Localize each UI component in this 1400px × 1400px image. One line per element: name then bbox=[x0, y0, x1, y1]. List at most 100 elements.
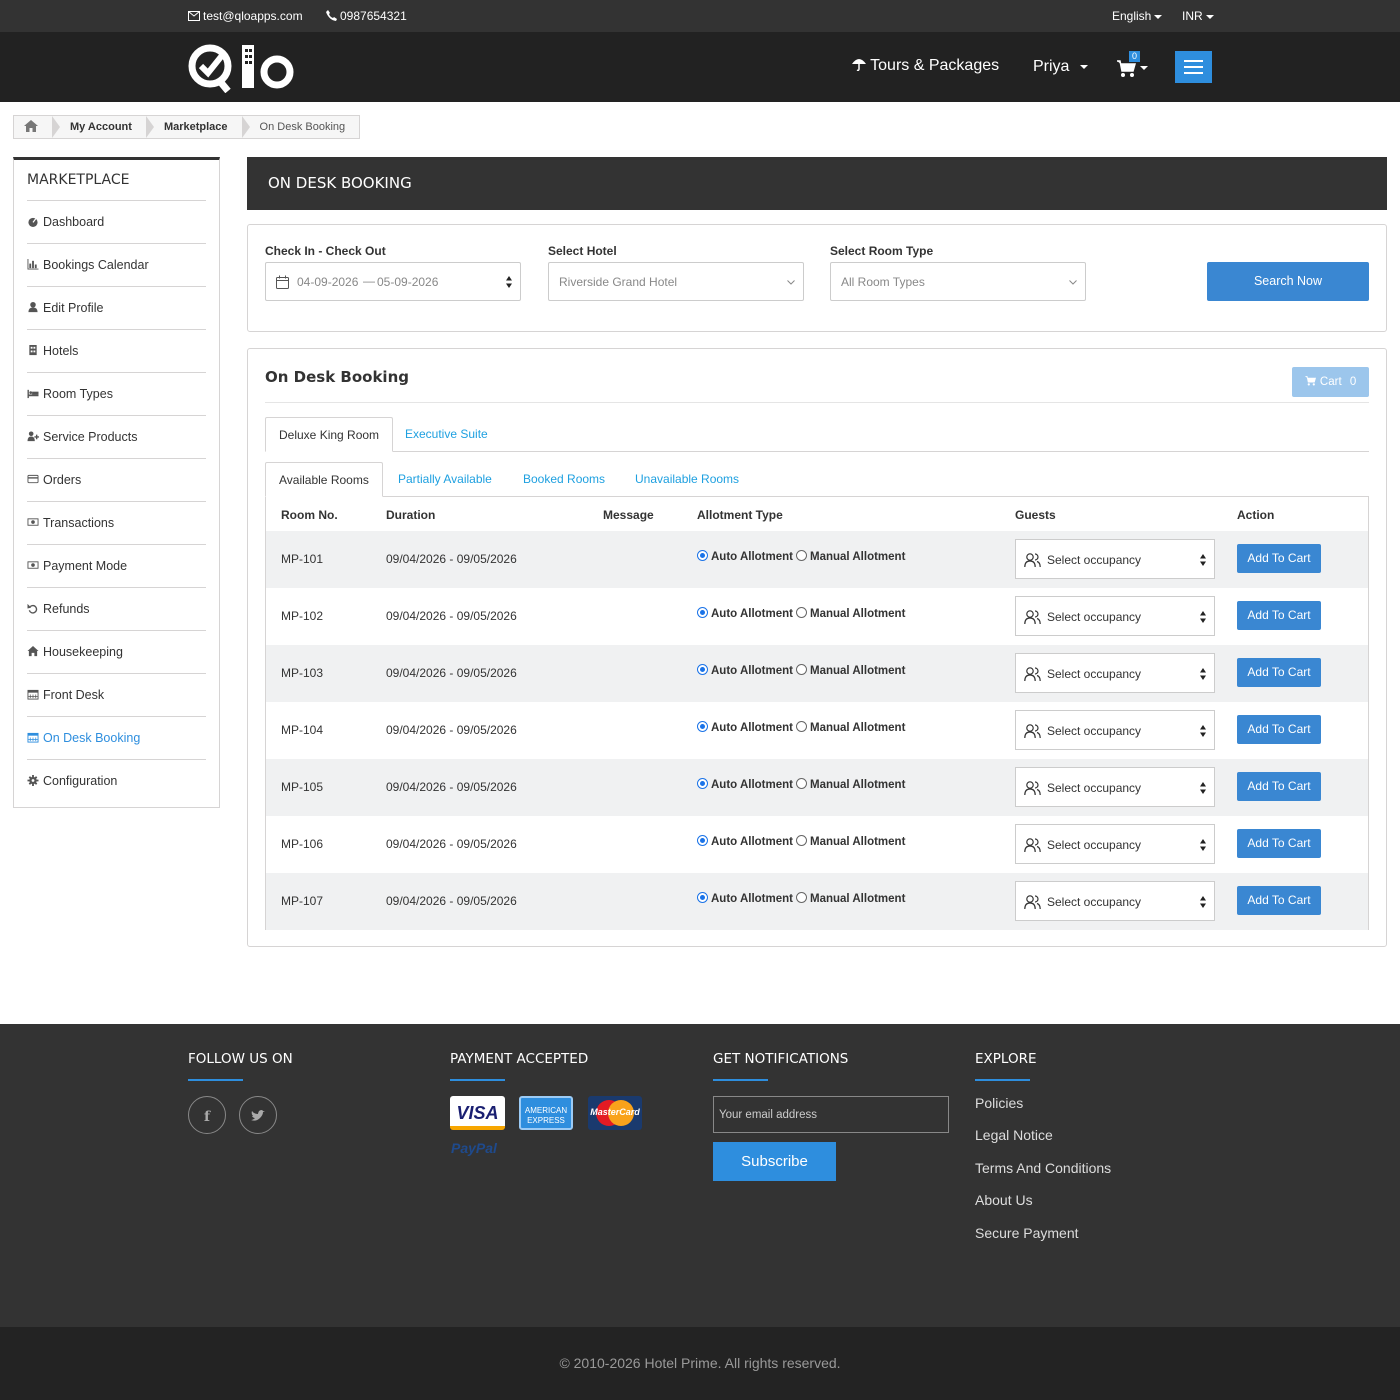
sidebar-item-front-desk[interactable]: Front Desk bbox=[27, 674, 206, 717]
sidebar-item-configuration[interactable]: Configuration bbox=[27, 760, 206, 803]
add-to-cart-button[interactable]: Add To Cart bbox=[1237, 829, 1321, 858]
sidebar-item-on-desk-booking[interactable]: On Desk Booking bbox=[27, 717, 206, 760]
sidebar-item-transactions[interactable]: Transactions bbox=[27, 502, 206, 545]
cart-button-label: Cart bbox=[1319, 376, 1342, 388]
manual-allotment-option[interactable]: Manual Allotment bbox=[793, 778, 905, 791]
room-type-select[interactable]: All Room Types bbox=[830, 262, 1086, 301]
radio-unselected[interactable] bbox=[795, 835, 807, 846]
add-to-cart-button[interactable]: Add To Cart bbox=[1237, 544, 1321, 573]
facebook-link[interactable]: f bbox=[188, 1096, 226, 1134]
radio-selected[interactable] bbox=[697, 892, 708, 903]
footer-link-policies[interactable]: Policies bbox=[975, 1095, 1023, 1111]
sidebar-item-dashboard[interactable]: Dashboard bbox=[27, 201, 206, 244]
breadcrumb-home[interactable] bbox=[14, 116, 60, 138]
add-to-cart-button[interactable]: Add To Cart bbox=[1237, 772, 1321, 801]
auto-allotment-option[interactable]: Auto Allotment bbox=[697, 892, 793, 905]
manual-allotment-label: Manual Allotment bbox=[809, 893, 906, 905]
contact-email[interactable]: test@qloapps.com bbox=[188, 9, 303, 23]
auto-allotment-option[interactable]: Auto Allotment bbox=[697, 664, 793, 677]
subscribe-button[interactable]: Subscribe bbox=[713, 1142, 836, 1181]
tab-available-rooms[interactable]: Available Rooms bbox=[265, 462, 383, 497]
sidebar-item-label: Room Types bbox=[43, 387, 113, 401]
occupancy-select[interactable]: Select occupancy bbox=[1015, 824, 1215, 864]
occupancy-select[interactable]: Select occupancy bbox=[1015, 653, 1215, 693]
occupancy-select[interactable]: Select occupancy bbox=[1015, 767, 1215, 807]
date-range-picker[interactable]: 04-09-2026 — 05-09-2026 bbox=[265, 262, 521, 301]
table-row: MP-106 09/04/2026 - 09/05/2026 Auto Allotm… bbox=[266, 816, 1368, 873]
sidebar-item-payment-mode[interactable]: Payment Mode bbox=[27, 545, 206, 588]
newsletter-email-input[interactable]: Your email address bbox=[713, 1096, 949, 1133]
sidebar-item-orders[interactable]: Orders bbox=[27, 459, 206, 502]
breadcrumb-my-account[interactable]: My Account bbox=[52, 116, 154, 138]
radio-unselected[interactable] bbox=[795, 721, 807, 732]
cart-button[interactable]: Cart 0 bbox=[1292, 367, 1369, 397]
marketplace-sidebar: MARKETPLACE Dashboard Bookings Calendar Ed… bbox=[13, 157, 220, 808]
tab-unavailable-rooms[interactable]: Unavailable Rooms bbox=[622, 462, 752, 497]
occupancy-select[interactable]: Select occupancy bbox=[1015, 596, 1215, 636]
occupancy-select[interactable]: Select occupancy bbox=[1015, 710, 1215, 750]
nav-tours-packages[interactable]: Tours & Packages bbox=[852, 57, 999, 75]
occupancy-select[interactable]: Select occupancy bbox=[1015, 539, 1215, 579]
add-to-cart-button[interactable]: Add To Cart bbox=[1237, 886, 1321, 915]
sidebar-item-room-types[interactable]: Room Types bbox=[27, 373, 206, 416]
auto-allotment-option[interactable]: Auto Allotment bbox=[697, 550, 793, 563]
auto-allotment-option[interactable]: Auto Allotment bbox=[697, 778, 793, 791]
sidebar-item-refunds[interactable]: Refunds bbox=[27, 588, 206, 631]
sidebar-item-bookings-calendar[interactable]: Bookings Calendar bbox=[27, 244, 206, 287]
auto-allotment-option[interactable]: Auto Allotment bbox=[697, 721, 793, 734]
tab-deluxe-king-room[interactable]: Deluxe King Room bbox=[265, 417, 394, 452]
paypal-logo: PayPal bbox=[451, 1140, 497, 1156]
hamburger-menu-button[interactable] bbox=[1175, 51, 1212, 83]
currency-dropdown[interactable]: INR bbox=[1182, 9, 1214, 23]
language-dropdown[interactable]: English bbox=[1112, 9, 1163, 23]
radio-selected[interactable] bbox=[697, 607, 708, 618]
radio-unselected[interactable] bbox=[795, 550, 807, 561]
header-cart[interactable]: 0 bbox=[1117, 51, 1151, 80]
manual-allotment-option[interactable]: Manual Allotment bbox=[793, 607, 905, 620]
add-to-cart-button[interactable]: Add To Cart bbox=[1237, 601, 1321, 630]
footer-link-terms[interactable]: Terms And Conditions bbox=[975, 1160, 1111, 1176]
footer-link-secure-payment[interactable]: Secure Payment bbox=[975, 1225, 1079, 1241]
user-menu[interactable]: Priya bbox=[1033, 58, 1088, 76]
building-icon bbox=[29, 345, 37, 356]
contact-phone[interactable]: 0987654321 bbox=[326, 9, 407, 23]
check-out-date: 05-09-2026 bbox=[377, 275, 439, 289]
manual-allotment-option[interactable]: Manual Allotment bbox=[793, 721, 905, 734]
add-to-cart-button[interactable]: Add To Cart bbox=[1237, 715, 1321, 744]
footer-link-legal-notice[interactable]: Legal Notice bbox=[975, 1127, 1053, 1143]
manual-allotment-option[interactable]: Manual Allotment bbox=[793, 664, 905, 677]
occupancy-placeholder: Select occupancy bbox=[1047, 895, 1142, 909]
footer-link-about-us[interactable]: About Us bbox=[975, 1192, 1033, 1208]
sidebar-item-edit-profile[interactable]: Edit Profile bbox=[27, 287, 206, 330]
users-icon bbox=[1024, 724, 1041, 739]
sidebar-item-service-products[interactable]: Service Products bbox=[27, 416, 206, 459]
tab-partially-available[interactable]: Partially Available bbox=[385, 462, 505, 497]
add-to-cart-button[interactable]: Add To Cart bbox=[1237, 658, 1321, 687]
radio-selected[interactable] bbox=[697, 835, 708, 846]
search-now-button[interactable]: Search Now bbox=[1207, 262, 1369, 301]
sidebar-item-hotels[interactable]: Hotels bbox=[27, 330, 206, 373]
manual-allotment-option[interactable]: Manual Allotment bbox=[793, 550, 905, 563]
sidebar-item-housekeeping[interactable]: Housekeeping bbox=[27, 631, 206, 674]
auto-allotment-option[interactable]: Auto Allotment bbox=[697, 835, 793, 848]
twitter-link[interactable] bbox=[239, 1096, 277, 1134]
qlo-logo[interactable] bbox=[188, 41, 298, 93]
radio-unselected[interactable] bbox=[795, 664, 807, 675]
auto-allotment-option[interactable]: Auto Allotment bbox=[697, 607, 793, 620]
occupancy-select[interactable]: Select occupancy bbox=[1015, 881, 1215, 921]
column-header-message: Message bbox=[603, 508, 654, 522]
radio-selected[interactable] bbox=[697, 664, 708, 675]
breadcrumb-marketplace[interactable]: Marketplace bbox=[146, 116, 250, 138]
manual-allotment-option[interactable]: Manual Allotment bbox=[793, 892, 906, 905]
menu-bar bbox=[1184, 60, 1203, 62]
tab-booked-rooms[interactable]: Booked Rooms bbox=[510, 462, 618, 497]
radio-unselected[interactable] bbox=[795, 607, 807, 618]
hotel-select[interactable]: Riverside Grand Hotel bbox=[548, 262, 804, 301]
radio-selected[interactable] bbox=[697, 778, 708, 789]
radio-unselected[interactable] bbox=[795, 892, 807, 903]
tab-executive-suite[interactable]: Executive Suite bbox=[392, 417, 501, 452]
radio-selected[interactable] bbox=[697, 721, 708, 732]
manual-allotment-option[interactable]: Manual Allotment bbox=[793, 835, 905, 848]
radio-selected[interactable] bbox=[697, 550, 708, 561]
radio-unselected[interactable] bbox=[795, 778, 807, 789]
